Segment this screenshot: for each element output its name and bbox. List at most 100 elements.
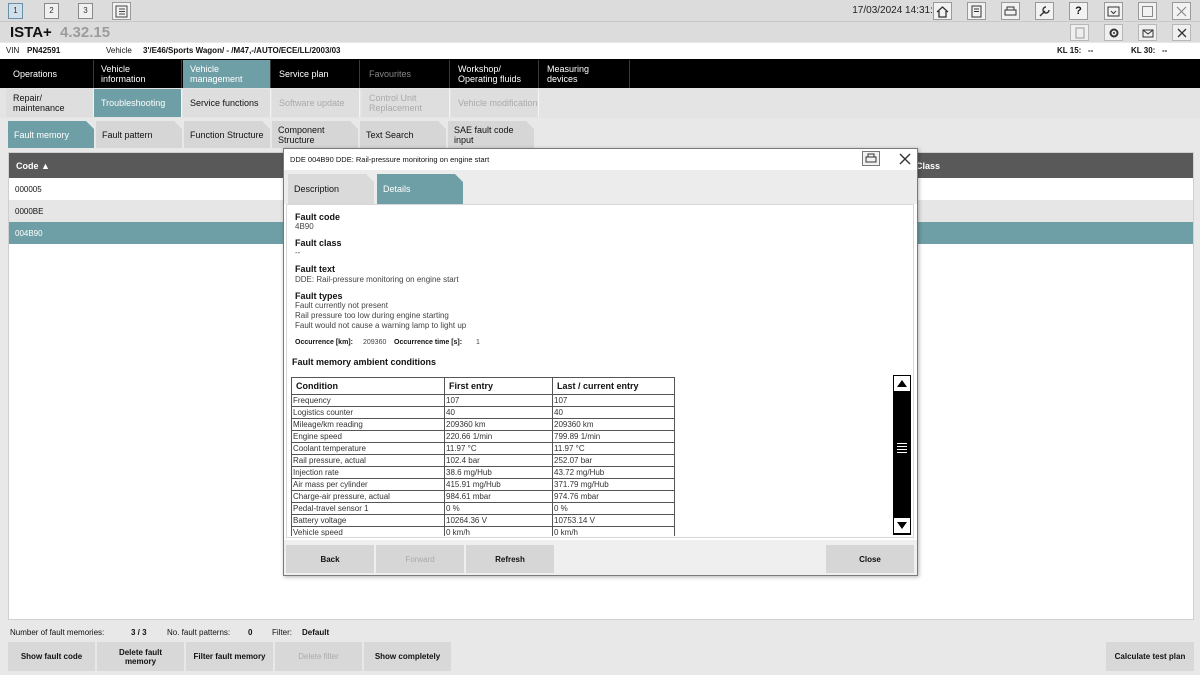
subnav-service-functions[interactable]: Service functions xyxy=(183,89,271,117)
printer-icon xyxy=(1004,6,1017,15)
nav-vehicle-information[interactable]: Vehicle information xyxy=(94,60,182,88)
table-cell: 40 xyxy=(444,406,553,419)
kl30-label: KL 30: xyxy=(1131,46,1156,55)
tab-details[interactable]: Details xyxy=(377,174,463,204)
app-version: 4.32.15 xyxy=(60,24,111,41)
table-cell: 40 xyxy=(552,406,675,419)
class-column-header[interactable]: Class xyxy=(916,161,940,171)
table-cell: Pedal-travel sensor 1 xyxy=(291,502,445,515)
subnav-vehicle-modification[interactable]: Vehicle modification xyxy=(451,89,539,117)
fault-type-item: Rail pressure too low during engine star… xyxy=(295,311,449,320)
nav-service-plan[interactable]: Service plan xyxy=(272,60,360,88)
vehicle-value: 3'/E46/Sports Wagon/ - /M47,-/AUTO/ECE/L… xyxy=(143,46,341,55)
subnav-troubleshooting[interactable]: Troubleshooting xyxy=(94,89,182,117)
subnav-repair-maintenance[interactable]: Repair/ maintenance xyxy=(6,89,94,117)
list-menu-button[interactable] xyxy=(112,2,131,20)
session-tab-2[interactable]: 2 xyxy=(44,3,59,19)
table-cell: Rail pressure, actual xyxy=(291,454,445,467)
close-dialog-button[interactable] xyxy=(896,151,914,166)
subnav-control-unit-replacement[interactable]: Control Unit Replacement xyxy=(362,89,450,117)
table-cell: 10264.36 V xyxy=(444,514,553,527)
num-fault-patterns-value: 0 xyxy=(248,628,253,637)
print-button[interactable] xyxy=(862,151,880,166)
mail-button[interactable] xyxy=(1138,24,1157,41)
table-row: Rail pressure, actual 102.4 bar 252.07 bar xyxy=(291,454,675,467)
nav-measuring-devices[interactable]: Measuring devices xyxy=(540,60,630,88)
tab-fault-memory[interactable]: Fault memory xyxy=(8,121,94,148)
connection-button[interactable] xyxy=(1001,2,1020,20)
filter-fault-memory-button[interactable]: Filter fault memory xyxy=(186,642,273,671)
show-completely-button[interactable]: Show completely xyxy=(364,642,451,671)
app-name: ISTA+ xyxy=(10,24,52,41)
scroll-thumb-grip-icon[interactable] xyxy=(897,443,907,453)
table-cell: 799.89 1/min xyxy=(552,430,675,443)
subnav-software-update[interactable]: Software update xyxy=(272,89,360,117)
tab-component-structure[interactable]: Component Structure xyxy=(272,121,358,148)
tab-text-search[interactable]: Text Search xyxy=(360,121,446,148)
nav-favourites[interactable]: Favourites xyxy=(362,60,450,88)
scroll-down-button[interactable] xyxy=(893,517,911,534)
ambient-conditions-title: Fault memory ambient conditions xyxy=(292,357,437,367)
table-cell: Injection rate xyxy=(291,466,445,479)
delete-fault-memory-button[interactable]: Delete fault memory xyxy=(97,642,184,671)
nav-operations[interactable]: Operations xyxy=(6,60,94,88)
nav-vehicle-management[interactable]: Vehicle management xyxy=(183,60,271,88)
tab-fault-pattern[interactable]: Fault pattern xyxy=(96,121,182,148)
fault-code-label: Fault code xyxy=(295,212,341,222)
session-tab-1[interactable]: 1 xyxy=(8,3,23,19)
table-cell: Engine speed xyxy=(291,430,445,443)
table-row: Charge-air pressure, actual 984.61 mbar 97… xyxy=(291,490,675,503)
close-session-button[interactable] xyxy=(1172,24,1191,41)
back-button[interactable]: Back xyxy=(286,545,374,573)
vehicle-data-button[interactable] xyxy=(967,2,986,20)
maximize-button[interactable] xyxy=(1138,2,1157,20)
minimize-button[interactable] xyxy=(1104,2,1123,20)
num-fault-patterns-label: No. fault patterns: xyxy=(167,628,231,637)
column-header: Condition xyxy=(291,377,445,395)
close-app-button[interactable] xyxy=(1172,2,1191,20)
notes-icon xyxy=(1075,27,1084,38)
kl15-value: -- xyxy=(1088,46,1094,55)
table-cell: 38.6 mg/Hub xyxy=(444,466,553,479)
table-row: Battery voltage 10264.36 V 10753.14 V xyxy=(291,514,675,527)
table-cell: 252.07 bar xyxy=(552,454,675,467)
settings-button[interactable] xyxy=(1104,24,1123,41)
close-button[interactable]: Close xyxy=(826,545,914,573)
tab-sae-fault-code-input[interactable]: SAE fault code input xyxy=(448,121,534,148)
column-header: First entry xyxy=(444,377,553,395)
ambient-conditions-table: Condition First entry Last / current ent… xyxy=(291,377,675,536)
table-cell: 0 % xyxy=(444,502,553,515)
table-cell: 220.66 1/min xyxy=(444,430,553,443)
forward-button[interactable]: Forward xyxy=(376,545,464,573)
delete-filter-button[interactable]: Delete filter xyxy=(275,642,362,671)
refresh-button[interactable]: Refresh xyxy=(466,545,554,573)
home-button[interactable] xyxy=(933,2,952,20)
table-cell: Charge-air pressure, actual xyxy=(291,490,445,503)
table-row: Engine speed 220.66 1/min 799.89 1/min xyxy=(291,430,675,443)
table-cell: Battery voltage xyxy=(291,514,445,527)
notes-button[interactable] xyxy=(1070,24,1089,41)
scroll-up-button[interactable] xyxy=(893,375,911,392)
show-fault-code-button[interactable]: Show fault code xyxy=(8,642,95,671)
session-tab-3[interactable]: 3 xyxy=(78,3,93,19)
tools-button[interactable] xyxy=(1035,2,1054,20)
fault-class-label: Fault class xyxy=(295,238,342,248)
close-icon xyxy=(1177,28,1186,37)
title-bar xyxy=(0,22,1200,42)
table-cell: 11.97 °C xyxy=(552,442,675,455)
table-scrollbar[interactable] xyxy=(893,375,911,535)
tab-function-structure[interactable]: Function Structure xyxy=(184,121,270,148)
tab-description[interactable]: Description xyxy=(288,174,374,204)
table-cell: Air mass per cylinder xyxy=(291,478,445,491)
mail-icon xyxy=(1142,29,1153,37)
code-column-header[interactable]: Code ▲ xyxy=(16,161,50,171)
calculate-test-plan-button[interactable]: Calculate test plan xyxy=(1106,642,1194,671)
fault-types-label: Fault types xyxy=(295,291,343,301)
filter-label: Filter: xyxy=(272,628,292,637)
table-cell: 984.61 mbar xyxy=(444,490,553,503)
table-cell: 107 xyxy=(552,394,675,407)
help-button[interactable]: ? xyxy=(1069,2,1088,20)
table-cell: 415.91 mg/Hub xyxy=(444,478,553,491)
nav-workshop-operating-fluids[interactable]: Workshop/ Operating fluids xyxy=(451,60,539,88)
table-row: Air mass per cylinder 415.91 mg/Hub 371.79… xyxy=(291,478,675,491)
